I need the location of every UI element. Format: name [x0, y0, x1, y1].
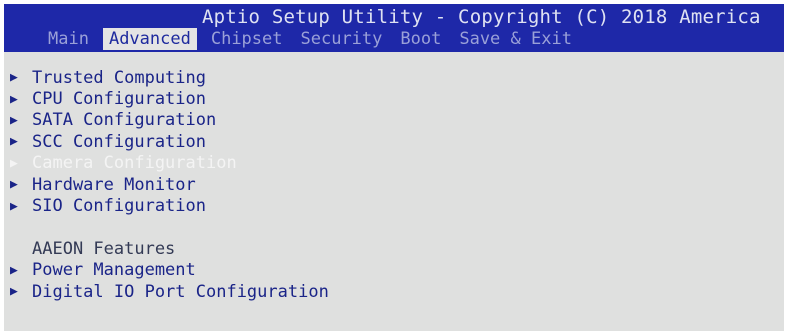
advanced-menu: ▶ Trusted Computing ▶ CPU Configuration …: [10, 67, 610, 302]
triangle-right-icon: ▶: [10, 198, 18, 214]
menu-item-hardware-monitor[interactable]: ▶ Hardware Monitor: [10, 174, 610, 195]
triangle-right-icon: ▶: [10, 134, 18, 150]
tab-bar: Main Advanced Chipset Security Boot Save…: [44, 28, 586, 50]
menu-item-sata-configuration[interactable]: ▶ SATA Configuration: [10, 110, 610, 131]
menu-item-label: Trusted Computing: [32, 67, 206, 88]
triangle-right-icon: ▶: [10, 262, 18, 278]
triangle-right-icon: ▶: [10, 112, 18, 128]
triangle-right-icon: ▶: [10, 70, 18, 86]
section-heading: AAEON Features: [32, 238, 176, 259]
tab-main[interactable]: Main: [44, 28, 93, 50]
triangle-right-icon: ▶: [10, 91, 18, 107]
menu-item-trusted-computing[interactable]: ▶ Trusted Computing: [10, 67, 610, 88]
menu-item-sio-configuration[interactable]: ▶ SIO Configuration: [10, 195, 610, 216]
tab-advanced[interactable]: Advanced: [102, 28, 197, 50]
triangle-right-icon: ▶: [10, 284, 18, 300]
menu-item-label: Digital IO Port Configuration: [32, 281, 329, 302]
menu-item-scc-configuration[interactable]: ▶ SCC Configuration: [10, 131, 610, 152]
triangle-right-icon: ▶: [10, 177, 18, 193]
menu-item-label: CPU Configuration: [32, 89, 206, 110]
tab-chipset[interactable]: Chipset: [207, 28, 287, 50]
bios-screen: Aptio Setup Utility - Copyright (C) 2018…: [4, 4, 784, 331]
tab-boot[interactable]: Boot: [396, 28, 445, 50]
tab-security[interactable]: Security: [297, 28, 387, 50]
menu-item-label: Camera Configuration: [32, 153, 237, 174]
tab-save-exit[interactable]: Save & Exit: [455, 28, 576, 50]
triangle-right-icon: ▶: [10, 155, 18, 171]
window-title: Aptio Setup Utility - Copyright (C) 2018…: [202, 6, 761, 28]
menu-spacer: [10, 217, 610, 238]
menu-item-label: SIO Configuration: [32, 196, 206, 217]
menu-item-camera-configuration[interactable]: ▶ Camera Configuration: [10, 153, 610, 174]
menu-item-power-management[interactable]: ▶ Power Management: [10, 260, 610, 281]
menu-item-label: SCC Configuration: [32, 131, 206, 152]
menu-item-digital-io-port-configuration[interactable]: ▶ Digital IO Port Configuration: [10, 281, 610, 302]
menu-item-label: Power Management: [32, 260, 196, 281]
menu-item-label: Hardware Monitor: [32, 174, 196, 195]
title-bar: Aptio Setup Utility - Copyright (C) 2018…: [4, 4, 784, 52]
menu-item-cpu-configuration[interactable]: ▶ CPU Configuration: [10, 88, 610, 109]
menu-item-label: SATA Configuration: [32, 110, 217, 131]
